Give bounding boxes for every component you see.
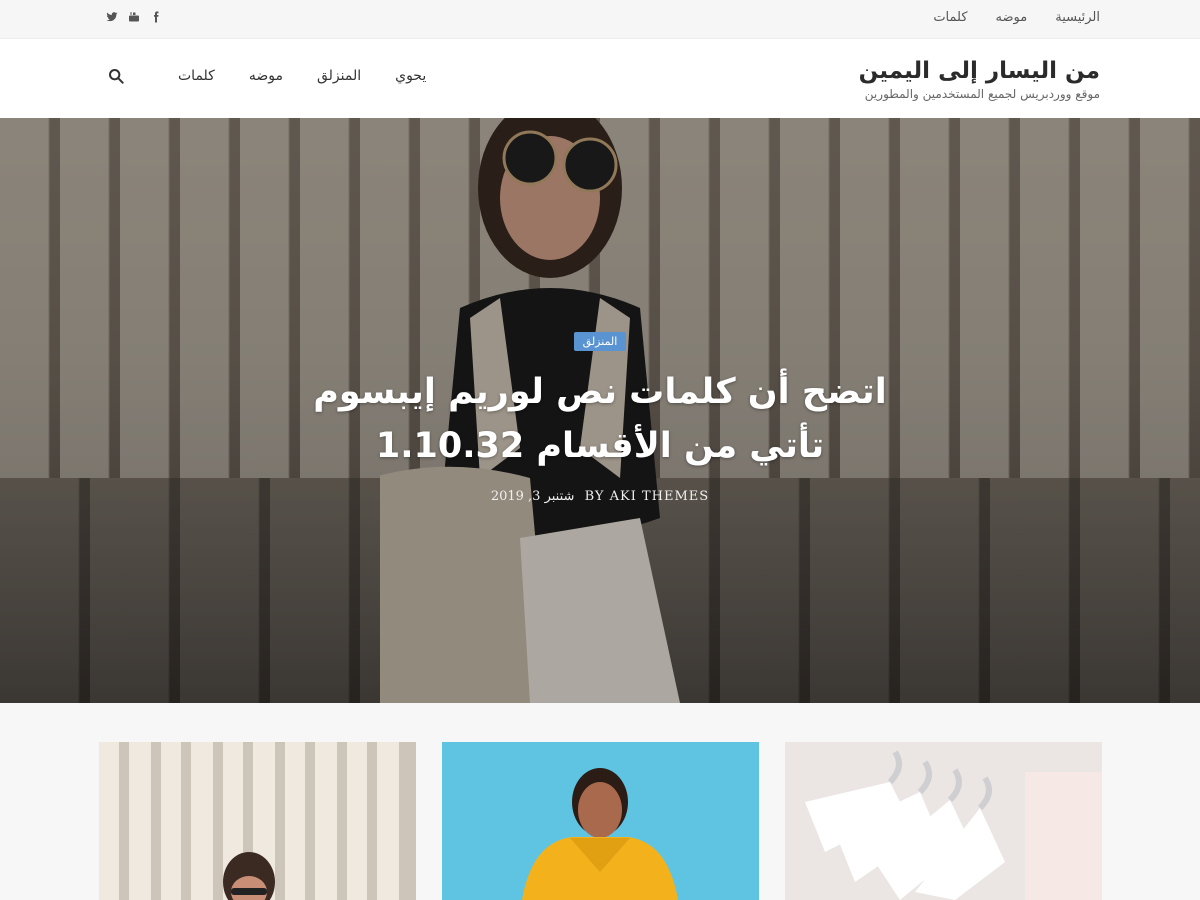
site-branding: من اليسار إلى اليمين موقع ووردبريس لجميع… (859, 57, 1100, 101)
top-nav-item-home[interactable]: الرئيسية (1055, 10, 1100, 25)
category-badge[interactable]: المنزلق (573, 332, 627, 351)
main-nav-item-contains[interactable]: يحوي (395, 68, 426, 84)
top-nav-item-words[interactable]: كلمات (933, 10, 967, 25)
site-header: من اليسار إلى اليمين موقع ووردبريس لجميع… (0, 39, 1200, 118)
post-meta: شتنبر 3, 2019 BY AKI THEMES (0, 489, 1200, 504)
post-card-image-1[interactable] (99, 742, 416, 900)
main-nav-item-words[interactable]: كلمات (178, 68, 215, 84)
site-title[interactable]: من اليسار إلى اليمين (859, 57, 1100, 85)
social-links (106, 11, 162, 23)
search-icon[interactable] (108, 68, 126, 86)
main-nav-item-fashion[interactable]: موضه (249, 68, 283, 84)
main-nav-item-slider[interactable]: المنزلق (317, 68, 361, 84)
site-tagline: موقع ووردبريس لجميع المستخدمين والمطورين (864, 87, 1100, 101)
main-nav: كلمات موضه المنزلق يحوي (178, 68, 426, 84)
post-card-image-2[interactable] (442, 742, 759, 900)
top-nav-item-fashion[interactable]: موضه (996, 10, 1028, 25)
hero-title[interactable]: اتضح أن كلمات نص لوريم إيبسوم تأتي من ال… (280, 365, 920, 473)
hero-content: المنزلق اتضح أن كلمات نص لوريم إيبسوم تأ… (0, 330, 1200, 504)
woman-curtains-photo (99, 742, 416, 900)
top-nav: الرئيسية موضه كلمات (933, 10, 1100, 25)
twitter-icon[interactable] (106, 11, 118, 23)
youtube-icon[interactable] (128, 11, 140, 23)
top-bar: الرئيسية موضه كلمات (0, 0, 1200, 39)
post-date[interactable]: شتنبر 3, 2019 (491, 489, 575, 504)
woman-yellow-hoodie-photo (442, 742, 759, 900)
clothes-hangers-photo (785, 742, 1102, 900)
post-author[interactable]: BY AKI THEMES (585, 489, 710, 504)
facebook-icon[interactable] (150, 11, 162, 23)
hero-slider[interactable]: المنزلق اتضح أن كلمات نص لوريم إيبسوم تأ… (0, 118, 1200, 703)
post-card-image-3[interactable] (785, 742, 1102, 900)
